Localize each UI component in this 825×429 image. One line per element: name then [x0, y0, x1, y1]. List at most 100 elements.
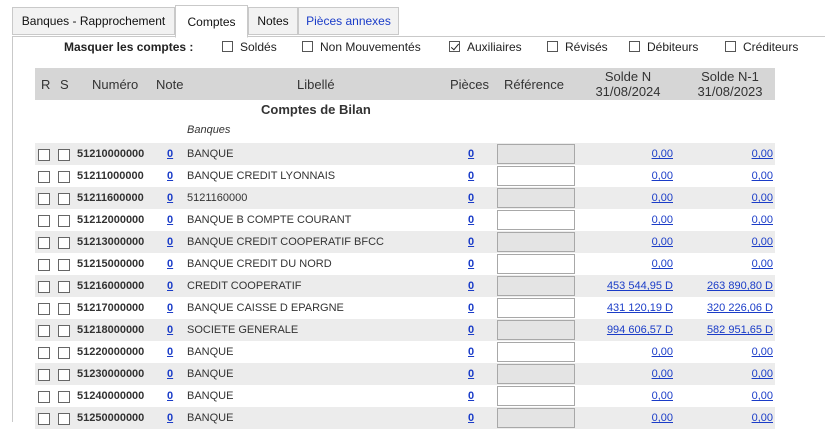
- note-link[interactable]: 0: [167, 324, 173, 336]
- note-link[interactable]: 0: [167, 148, 173, 160]
- reference-input[interactable]: [497, 342, 575, 362]
- row-s-checkbox[interactable]: [58, 303, 70, 315]
- pieces-link[interactable]: 0: [468, 302, 474, 314]
- reference-input[interactable]: [497, 298, 575, 318]
- pieces-link[interactable]: 0: [468, 148, 474, 160]
- note-link[interactable]: 0: [167, 280, 173, 292]
- note-link[interactable]: 0: [167, 170, 173, 182]
- reference-input[interactable]: [497, 408, 575, 428]
- reference-input[interactable]: [497, 276, 575, 296]
- note-link[interactable]: 0: [167, 258, 173, 270]
- row-r-checkbox[interactable]: [38, 193, 50, 205]
- solde-n-link[interactable]: 0,00: [652, 148, 673, 160]
- pieces-link[interactable]: 0: [468, 236, 474, 248]
- row-r-checkbox[interactable]: [38, 237, 50, 249]
- solde-n1-link[interactable]: 0,00: [752, 412, 773, 424]
- solde-n1-link[interactable]: 0,00: [752, 368, 773, 380]
- filter-soldes-checkbox[interactable]: [222, 41, 233, 52]
- row-s-checkbox[interactable]: [58, 149, 70, 161]
- solde-n-link[interactable]: 0,00: [652, 236, 673, 248]
- row-s-checkbox[interactable]: [58, 413, 70, 425]
- tab-banques-rapprochement[interactable]: Banques - Rapprochement: [12, 7, 175, 35]
- row-r-checkbox[interactable]: [38, 325, 50, 337]
- header-libelle[interactable]: Libellé: [297, 68, 335, 100]
- header-reference[interactable]: Référence: [504, 68, 564, 100]
- reference-input[interactable]: [497, 386, 575, 406]
- pieces-link[interactable]: 0: [468, 192, 474, 204]
- reference-input[interactable]: [497, 320, 575, 340]
- solde-n1-link[interactable]: 0,00: [752, 214, 773, 226]
- header-note[interactable]: Note: [156, 68, 183, 100]
- pieces-link[interactable]: 0: [468, 280, 474, 292]
- header-pieces[interactable]: Pièces: [450, 68, 489, 100]
- row-s-checkbox[interactable]: [58, 369, 70, 381]
- row-r-checkbox[interactable]: [38, 303, 50, 315]
- solde-n-link[interactable]: 0,00: [652, 346, 673, 358]
- solde-n1-link[interactable]: 582 951,65 D: [707, 324, 773, 336]
- row-r-checkbox[interactable]: [38, 215, 50, 227]
- solde-n-link[interactable]: 0,00: [652, 170, 673, 182]
- note-link[interactable]: 0: [167, 192, 173, 204]
- solde-n1-link[interactable]: 263 890,80 D: [707, 280, 773, 292]
- solde-n1-link[interactable]: 0,00: [752, 390, 773, 402]
- note-link[interactable]: 0: [167, 302, 173, 314]
- note-link[interactable]: 0: [167, 368, 173, 380]
- pieces-link[interactable]: 0: [468, 324, 474, 336]
- row-r-checkbox[interactable]: [38, 171, 50, 183]
- reference-input[interactable]: [497, 188, 575, 208]
- solde-n-link[interactable]: 0,00: [652, 390, 673, 402]
- header-solde-n1[interactable]: Solde N-1 31/08/2023: [689, 68, 771, 100]
- row-r-checkbox[interactable]: [38, 413, 50, 425]
- solde-n-link[interactable]: 0,00: [652, 192, 673, 204]
- solde-n1-link[interactable]: 320 226,06 D: [707, 302, 773, 314]
- pieces-link[interactable]: 0: [468, 368, 474, 380]
- reference-input[interactable]: [497, 232, 575, 252]
- filter-crediteurs-checkbox[interactable]: [725, 41, 736, 52]
- tab-pieces-annexes[interactable]: Pièces annexes: [298, 7, 399, 35]
- reference-input[interactable]: [497, 166, 575, 186]
- row-s-checkbox[interactable]: [58, 237, 70, 249]
- solde-n-link[interactable]: 0,00: [652, 368, 673, 380]
- solde-n1-link[interactable]: 0,00: [752, 236, 773, 248]
- reference-input[interactable]: [497, 364, 575, 384]
- filter-auxiliaires-checkbox[interactable]: [449, 41, 460, 52]
- solde-n-link[interactable]: 0,00: [652, 214, 673, 226]
- row-r-checkbox[interactable]: [38, 391, 50, 403]
- tab-notes[interactable]: Notes: [248, 7, 298, 35]
- row-s-checkbox[interactable]: [58, 171, 70, 183]
- row-s-checkbox[interactable]: [58, 259, 70, 271]
- row-s-checkbox[interactable]: [58, 391, 70, 403]
- row-r-checkbox[interactable]: [38, 259, 50, 271]
- row-s-checkbox[interactable]: [58, 325, 70, 337]
- header-numero[interactable]: Numéro: [92, 68, 138, 100]
- reference-input[interactable]: [497, 144, 575, 164]
- solde-n-link[interactable]: 994 606,57 D: [607, 324, 673, 336]
- pieces-link[interactable]: 0: [468, 170, 474, 182]
- row-r-checkbox[interactable]: [38, 281, 50, 293]
- row-s-checkbox[interactable]: [58, 347, 70, 359]
- note-link[interactable]: 0: [167, 390, 173, 402]
- row-r-checkbox[interactable]: [38, 347, 50, 359]
- solde-n1-link[interactable]: 0,00: [752, 192, 773, 204]
- pieces-link[interactable]: 0: [468, 412, 474, 424]
- note-link[interactable]: 0: [167, 412, 173, 424]
- solde-n1-link[interactable]: 0,00: [752, 148, 773, 160]
- note-link[interactable]: 0: [167, 346, 173, 358]
- filter-revises-checkbox[interactable]: [547, 41, 558, 52]
- solde-n-link[interactable]: 453 544,95 D: [607, 280, 673, 292]
- pieces-link[interactable]: 0: [468, 390, 474, 402]
- solde-n1-link[interactable]: 0,00: [752, 170, 773, 182]
- solde-n-link[interactable]: 0,00: [652, 258, 673, 270]
- pieces-link[interactable]: 0: [468, 346, 474, 358]
- note-link[interactable]: 0: [167, 214, 173, 226]
- row-r-checkbox[interactable]: [38, 369, 50, 381]
- note-link[interactable]: 0: [167, 236, 173, 248]
- header-solde-n[interactable]: Solde N 31/08/2024: [587, 68, 669, 100]
- solde-n-link[interactable]: 431 120,19 D: [607, 302, 673, 314]
- row-s-checkbox[interactable]: [58, 193, 70, 205]
- filter-non-mouvementes-checkbox[interactable]: [302, 41, 313, 52]
- pieces-link[interactable]: 0: [468, 258, 474, 270]
- pieces-link[interactable]: 0: [468, 214, 474, 226]
- tab-comptes[interactable]: Comptes: [175, 5, 248, 38]
- filter-debiteurs-checkbox[interactable]: [629, 41, 640, 52]
